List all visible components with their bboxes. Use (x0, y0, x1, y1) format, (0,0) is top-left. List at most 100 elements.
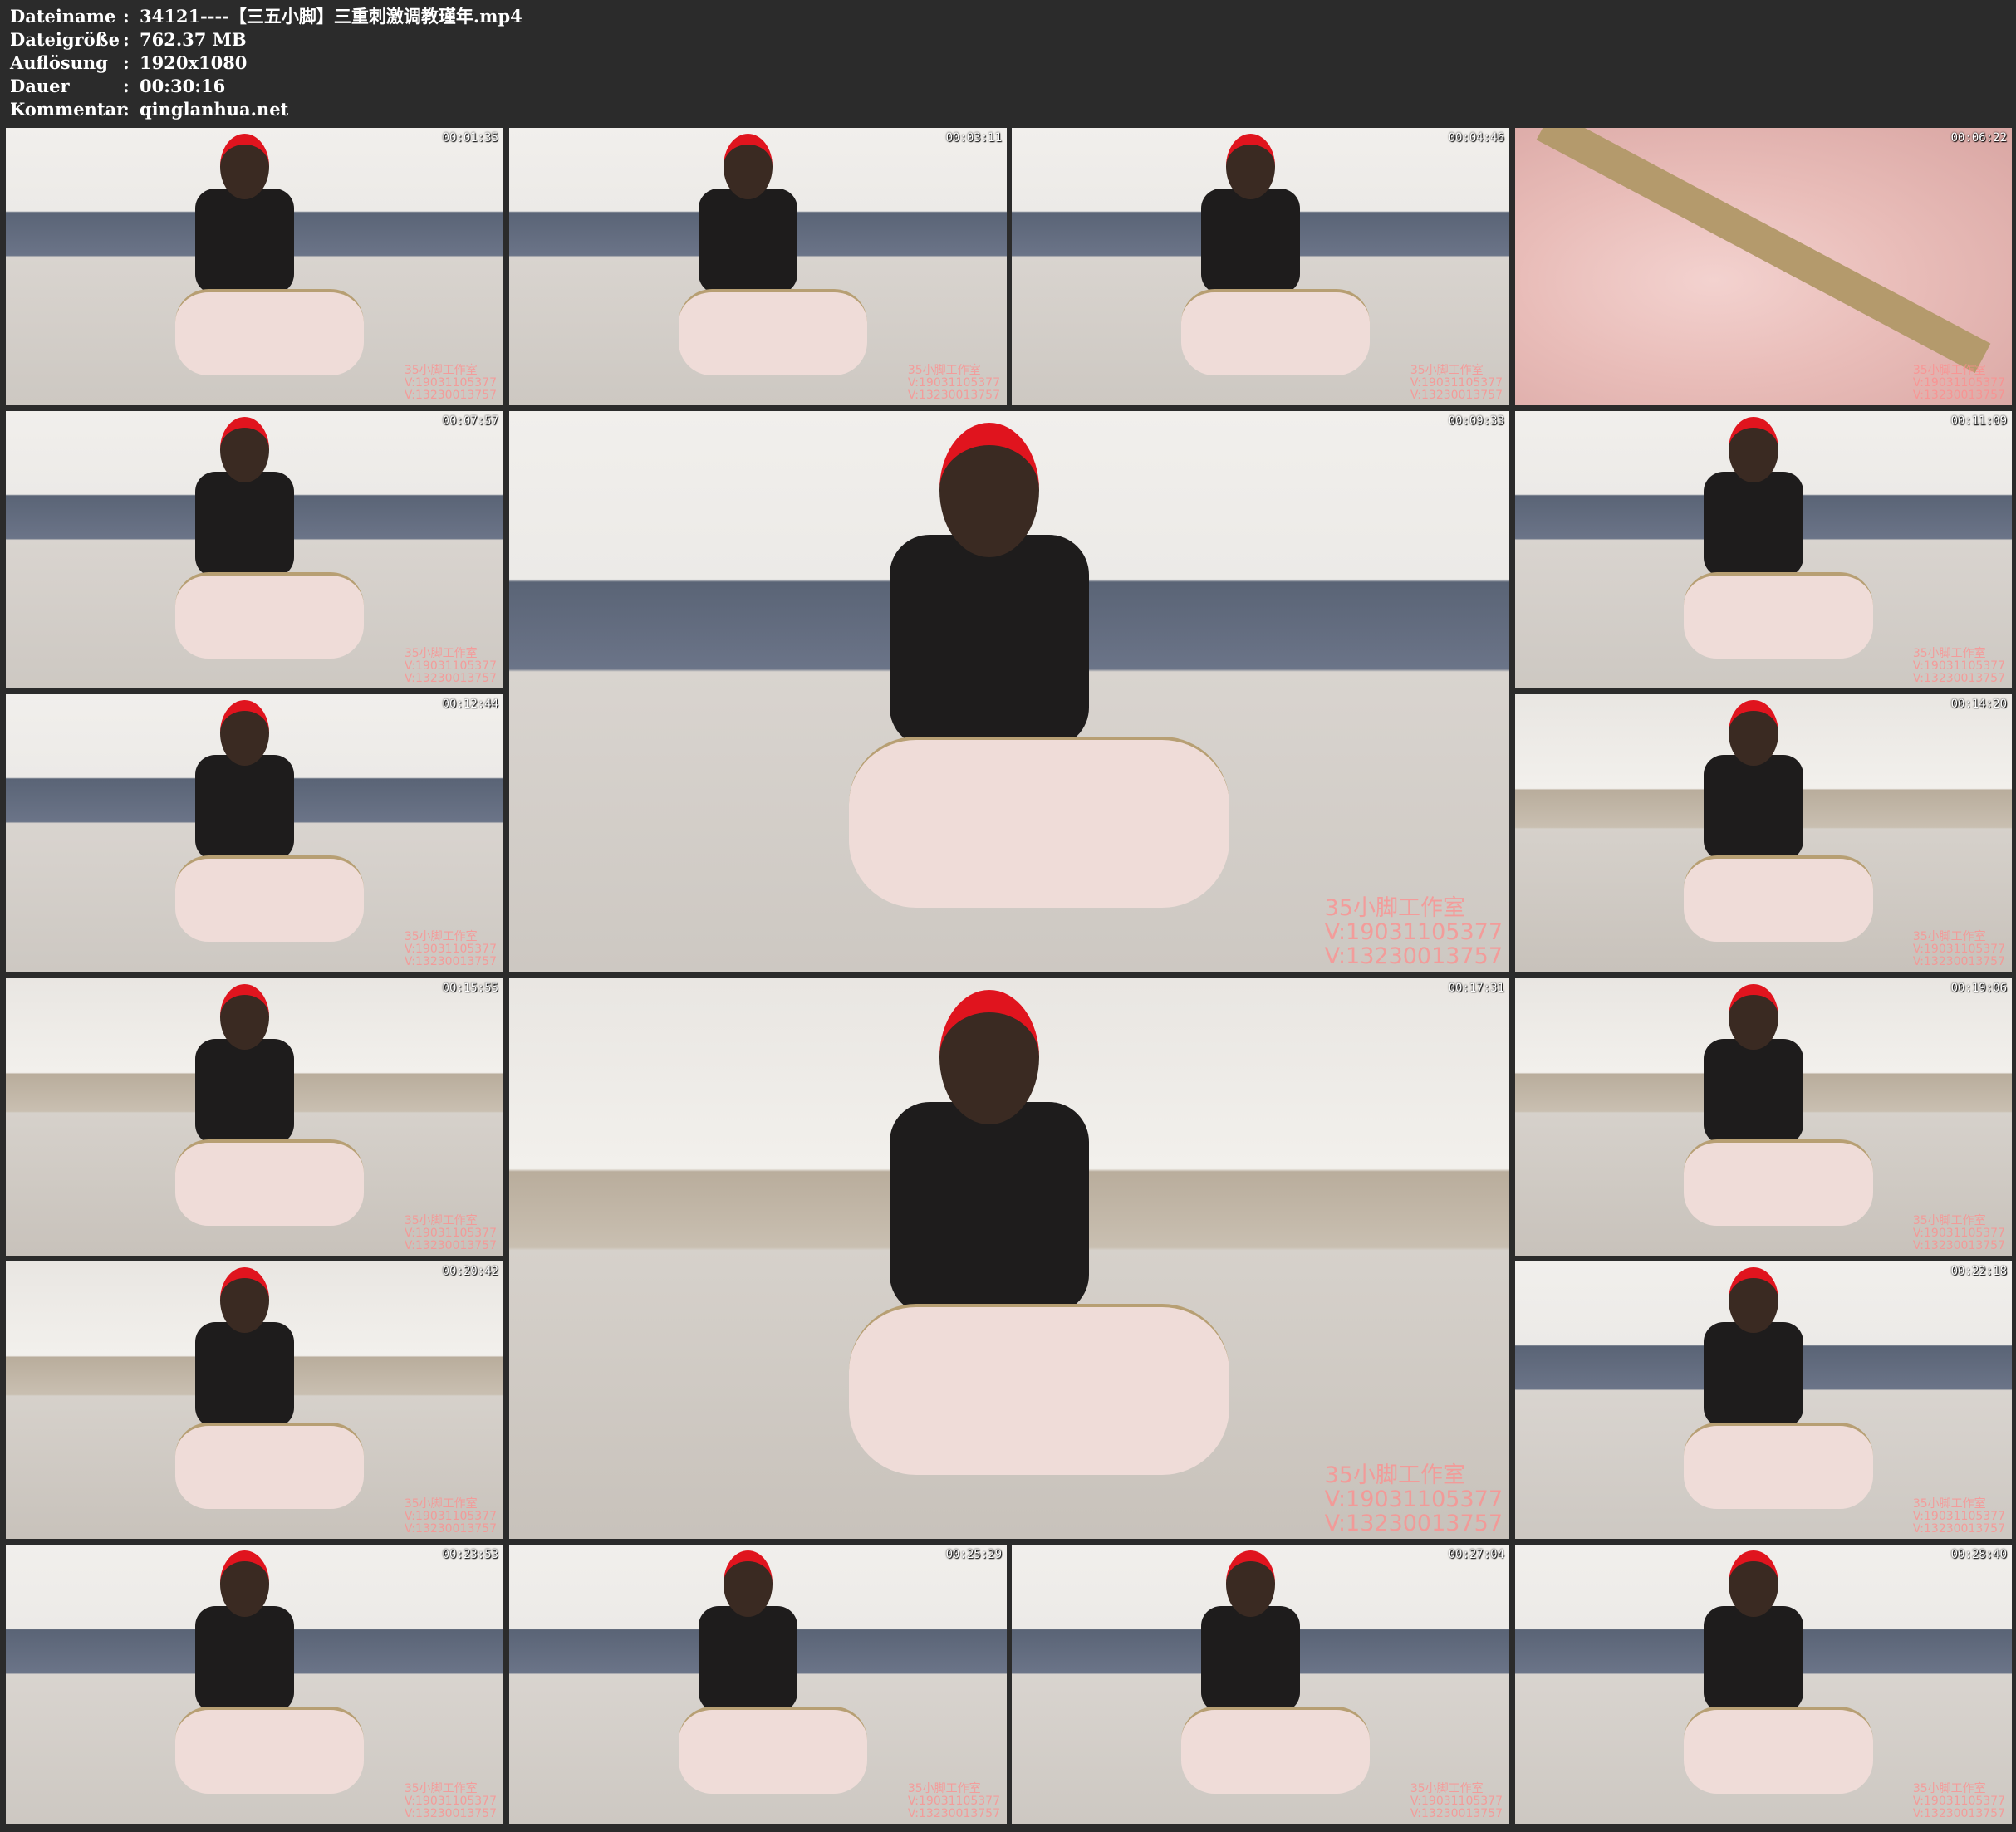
timestamp-label: 00:12:44 (442, 698, 498, 711)
watermark-line: 35小脚工作室 (404, 930, 478, 943)
watermark-line: 35小脚工作室 (1324, 1462, 1466, 1488)
watermark: 35小脚工作室 V:19031105377 V:13230013757 (405, 931, 497, 968)
figure-silhouette (194, 1322, 295, 1428)
timestamp-label: 00:20:42 (442, 1265, 498, 1278)
watermark-line: 35小脚工作室 (1912, 647, 1986, 660)
figure-legs (1684, 855, 1873, 942)
watermark-line: V:19031105377 (404, 376, 497, 389)
figure-legs (1684, 1139, 1873, 1226)
video-thumbnail: 00:20:42 35小脚工作室 V:19031105377 V:1323001375… (6, 1261, 503, 1539)
figure-head (1729, 699, 1778, 767)
watermark-line: V:13230013757 (1912, 1239, 2005, 1252)
figure-silhouette (889, 1101, 1090, 1315)
watermark-line: V:13230013757 (404, 672, 497, 685)
watermark-line: V:19031105377 (404, 943, 497, 956)
watermark-line: 35小脚工作室 (907, 364, 981, 377)
watermark-line: 35小脚工作室 (1324, 895, 1466, 921)
timestamp-label: 00:09:33 (1448, 414, 1504, 428)
timestamp-label: 00:15:55 (442, 982, 498, 995)
video-thumbnail: 00:28:40 35小脚工作室 V:19031105377 V:1323001375… (1515, 1545, 2012, 1824)
figure-silhouette (194, 1605, 295, 1712)
watermark-line: V:13230013757 (1912, 1522, 2005, 1536)
figure-head (939, 422, 1040, 557)
watermark: 35小脚工作室 V:19031105377 V:13230013757 (405, 365, 497, 402)
watermark-line: V:13230013757 (907, 389, 1000, 402)
figure-silhouette (1704, 1605, 1803, 1712)
figure-silhouette (1200, 1605, 1301, 1712)
watermark-line: V:19031105377 (907, 1795, 1000, 1808)
watermark-line: V:13230013757 (1912, 672, 2005, 685)
figure-legs (678, 1706, 868, 1794)
thumbnail-grid: 00:01:35 35小脚工作室 V:19031105377 V:1323001375… (0, 0, 2016, 1832)
figure-legs (849, 736, 1229, 908)
timestamp-label: 00:01:35 (442, 131, 498, 145)
figure-legs (1684, 1706, 1873, 1794)
watermark: 35小脚工作室 V:19031105377 V:13230013757 (1913, 1215, 2005, 1252)
watermark-line: V:19031105377 (404, 1227, 497, 1240)
watermark-line: V:13230013757 (1912, 389, 2005, 402)
watermark: 35小脚工作室 V:19031105377 V:13230013757 (1913, 648, 2005, 685)
figure-legs (174, 1422, 365, 1509)
figure-legs (1180, 1706, 1371, 1794)
figure-silhouette (698, 1605, 798, 1712)
timestamp-label: 00:22:18 (1950, 1265, 2007, 1278)
timestamp-label: 00:23:53 (442, 1548, 498, 1561)
watermark-line: V:19031105377 (1324, 1487, 1503, 1512)
watermark: 35小脚工作室 V:19031105377 V:13230013757 (908, 1783, 1000, 1820)
figure-legs (174, 288, 365, 375)
figure-silhouette (1200, 189, 1301, 295)
timestamp-label: 00:27:04 (1448, 1548, 1504, 1561)
figure-head (939, 989, 1040, 1124)
watermark-line: V:13230013757 (404, 1522, 497, 1536)
figure-silhouette (194, 1039, 295, 1145)
figure-legs (678, 288, 868, 375)
figure-head (1729, 416, 1778, 483)
watermark-line: V:13230013757 (1410, 1807, 1503, 1820)
watermark-line: 35小脚工作室 (1912, 1497, 1986, 1511)
timestamp-label: 00:28:40 (1950, 1548, 2007, 1561)
watermark-line: V:13230013757 (404, 389, 497, 402)
watermark-line: V:19031105377 (1324, 919, 1503, 945)
video-thumbnail: 00:07:57 35小脚工作室 V:19031105377 V:1323001375… (6, 411, 503, 688)
timestamp-label: 00:06:22 (1950, 131, 2007, 145)
figure-head (723, 1550, 773, 1617)
watermark-line: 35小脚工作室 (404, 1497, 478, 1511)
watermark-line: V:13230013757 (1324, 1511, 1503, 1536)
watermark-line: V:13230013757 (1912, 1807, 2005, 1820)
figure-head (1729, 1550, 1778, 1617)
figure-head (1729, 983, 1778, 1051)
watermark-line: 35小脚工作室 (1912, 930, 1986, 943)
video-thumbnail: 00:17:31 35小脚工作室 V:19031105377 V:1323001375… (509, 978, 1509, 1539)
watermark-line: 35小脚工作室 (404, 1782, 478, 1795)
timestamp-label: 00:17:31 (1448, 982, 1504, 995)
watermark: 35小脚工作室 V:19031105377 V:13230013757 (405, 1498, 497, 1536)
watermark-line: V:19031105377 (1912, 943, 2005, 956)
figure-legs (174, 855, 365, 942)
watermark-line: V:13230013757 (907, 1807, 1000, 1820)
video-thumbnail: 00:09:33 35小脚工作室 V:19031105377 V:1323001375… (509, 411, 1509, 972)
watermark-line: V:13230013757 (1410, 389, 1503, 402)
video-thumbnail: 00:27:04 35小脚工作室 V:19031105377 V:1323001375… (1012, 1545, 1509, 1824)
video-thumbnail: 00:06:22 35小脚工作室 V:19031105377 V:1323001375… (1515, 128, 2012, 405)
video-thumbnail: 00:04:46 35小脚工作室 V:19031105377 V:1323001375… (1012, 128, 1509, 405)
figure-silhouette (698, 189, 798, 295)
figure-legs (849, 1303, 1229, 1475)
video-thumbnail: 00:14:20 35小脚工作室 V:19031105377 V:1323001375… (1515, 694, 2012, 972)
video-thumbnail: 00:22:18 35小脚工作室 V:19031105377 V:1323001375… (1515, 1261, 2012, 1539)
timestamp-label: 00:19:06 (1950, 982, 2007, 995)
figure-silhouette (889, 534, 1090, 747)
watermark-line: V:13230013757 (1324, 943, 1503, 969)
watermark: 35小脚工作室 V:19031105377 V:13230013757 (1913, 931, 2005, 968)
figure-silhouette (1704, 1322, 1803, 1428)
video-thumbnail: 00:12:44 35小脚工作室 V:19031105377 V:1323001375… (6, 694, 503, 972)
video-thumbnail: 00:01:35 35小脚工作室 V:19031105377 V:1323001375… (6, 128, 503, 405)
watermark-line: V:19031105377 (404, 659, 497, 673)
watermark: 35小脚工作室 V:19031105377 V:13230013757 (908, 365, 1000, 402)
watermark: 35小脚工作室 V:19031105377 V:13230013757 (1325, 896, 1503, 968)
timestamp-label: 00:25:29 (945, 1548, 1002, 1561)
watermark-line: 35小脚工作室 (404, 1214, 478, 1227)
timestamp-label: 00:04:46 (1448, 131, 1504, 145)
figure-legs (174, 1706, 365, 1794)
figure-silhouette (194, 472, 295, 578)
timestamp-label: 00:03:11 (945, 131, 1002, 145)
